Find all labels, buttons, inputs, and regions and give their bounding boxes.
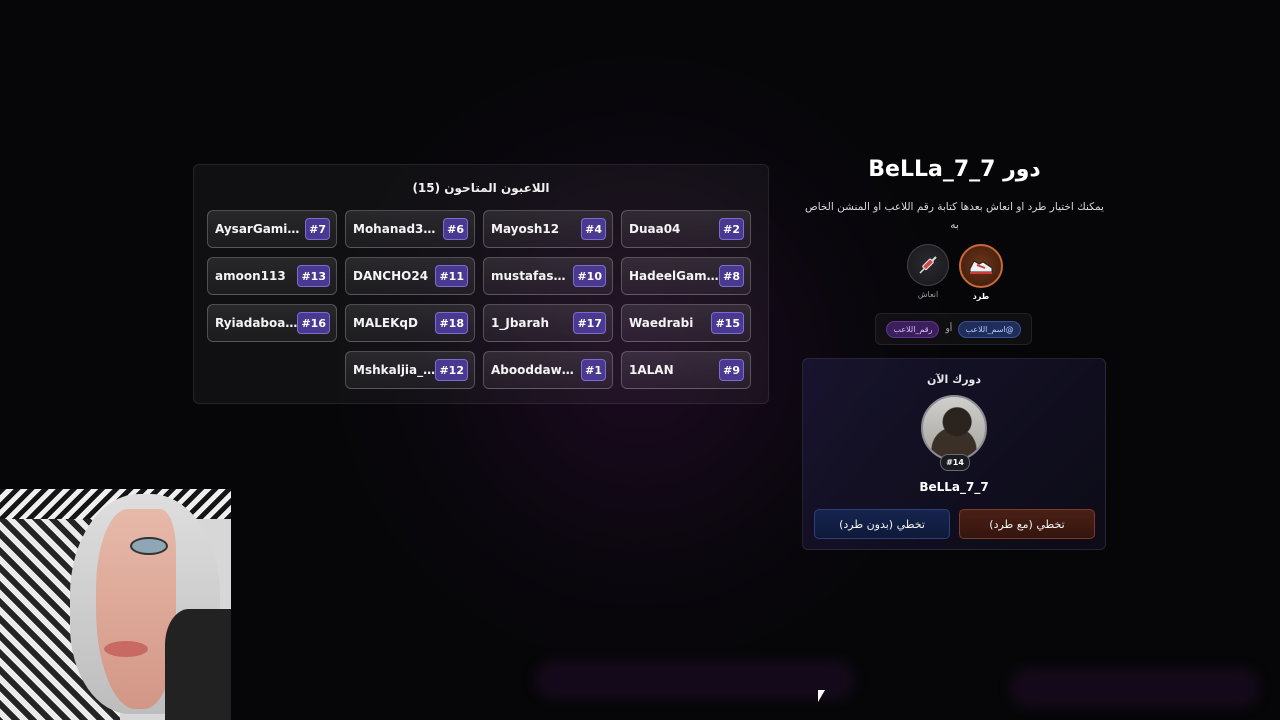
turn-title: دور BeLLa_7_7 [868, 157, 1041, 182]
player-number-badge: #11 [435, 265, 468, 287]
player-number-badge: #10 [573, 265, 606, 287]
background-blur-bar [1010, 668, 1260, 708]
player-name: Abooddawoo... [491, 363, 581, 377]
player-name: Waedrabi [629, 316, 694, 330]
player-name: HadeelGami... [629, 269, 720, 283]
player-number-badge: #8 [719, 265, 744, 287]
player-name: DANCHO24 [353, 269, 429, 283]
available-players-panel: اللاعبون المتاحون (15) Duaa04 #2 Mayosh12 #… [193, 164, 769, 404]
player-name: Ryiadaboam... [215, 316, 298, 330]
player-card[interactable]: Ryiadaboam...#16 [207, 304, 337, 342]
sneaker-icon [959, 244, 1003, 288]
player-number-badge: #4 [581, 218, 606, 240]
player-name: 1ALAN [629, 363, 674, 377]
avatar [921, 395, 987, 461]
current-turn-card: دورك الآن #14 BeLLa_7_7 تخطي (مع طرد) تخ… [802, 358, 1106, 550]
player-card[interactable]: Mohanad338...#6 [345, 210, 475, 248]
player-card[interactable]: Mshkaljia_... #12 [345, 351, 475, 389]
player-number-badge: #2 [719, 218, 744, 240]
players-panel-title: اللاعبون المتاحون (15) [412, 181, 550, 195]
player-name: amoon113 [215, 269, 286, 283]
player-name: Duaa04 [629, 222, 681, 236]
player-name: Mshkaljia_... [353, 363, 436, 377]
player-card[interactable]: Waedrabi #15 [621, 304, 751, 342]
webcam-hijab [165, 609, 231, 720]
player-card[interactable]: Duaa04 #2 [621, 210, 751, 248]
player-card[interactable]: Mayosh12 #4 [483, 210, 613, 248]
player-name: AysarGamin... [215, 222, 306, 236]
skip-without-kick-button[interactable]: تخطي (بدون طرد) [814, 509, 950, 539]
webcam-eye [130, 537, 168, 555]
mention-format-pill: @اسم_اللاعب [958, 320, 1021, 338]
player-name: 1_Jbarah [491, 316, 550, 330]
target-format-hint: @اسم_اللاعب أو رقم_اللاعب [875, 313, 1032, 345]
player-number-badge: #14 [940, 454, 970, 471]
players-grid: Duaa04#2Mayosh12#4Mohanad338...#6AysarGa… [207, 210, 751, 389]
webcam-overlay [0, 489, 231, 720]
player-number-badge: #18 [435, 312, 468, 334]
revive-action-label: انعاش [917, 290, 939, 299]
number-format-pill: رقم_اللاعب [886, 320, 940, 338]
player-card[interactable]: DANCHO24 #11 [345, 257, 475, 295]
kick-action-label: طرد [972, 292, 990, 301]
webcam-lips [104, 641, 148, 657]
player-number-badge: #9 [719, 359, 744, 381]
player-name: Mayosh12 [491, 222, 560, 236]
current-player-name: BeLLa_7_7 [919, 480, 989, 494]
player-number-badge: #13 [297, 265, 330, 287]
player-number-badge: #15 [711, 312, 744, 334]
player-number-badge: #12 [435, 359, 468, 381]
player-number-badge: #1 [581, 359, 606, 381]
action-selector: طرد انعاش [903, 244, 1007, 304]
current-turn-label: دورك الآن [926, 373, 982, 386]
kick-action-button[interactable]: طرد [959, 244, 1003, 301]
syringe-icon [907, 244, 949, 286]
skip-with-kick-button[interactable]: تخطي (مع طرد) [959, 509, 1095, 539]
player-number-badge: #7 [305, 218, 330, 240]
player-number-badge: #6 [443, 218, 468, 240]
player-name: Mohanad338... [353, 222, 443, 236]
player-card[interactable]: mustafasha...#10 [483, 257, 613, 295]
player-card[interactable]: 1_Jbarah #17 [483, 304, 613, 342]
revive-action-button[interactable]: انعاش [906, 244, 950, 299]
player-card[interactable]: MALEKqD #18 [345, 304, 475, 342]
mouse-cursor-icon [818, 690, 825, 702]
player-name: MALEKqD [353, 316, 418, 330]
background-blur-bar [535, 660, 855, 700]
turn-description: يمكنك اختيار طرد او انعاش بعدها كتابة رق… [805, 201, 1104, 231]
player-card[interactable]: amoon113 #13 [207, 257, 337, 295]
game-stage: اللاعبون المتاحون (15) Duaa04 #2 Mayosh12 #… [0, 0, 1280, 720]
player-card[interactable]: AysarGamin... #7 [207, 210, 337, 248]
player-card[interactable]: HadeelGami... #8 [621, 257, 751, 295]
player-number-badge: #17 [573, 312, 606, 334]
player-name: mustafasha... [491, 269, 574, 283]
player-card[interactable]: 1ALAN #9 [621, 351, 751, 389]
hint-or-text: أو [945, 324, 953, 334]
player-number-badge: #16 [297, 312, 330, 334]
player-card[interactable]: Abooddawoo...#1 [483, 351, 613, 389]
